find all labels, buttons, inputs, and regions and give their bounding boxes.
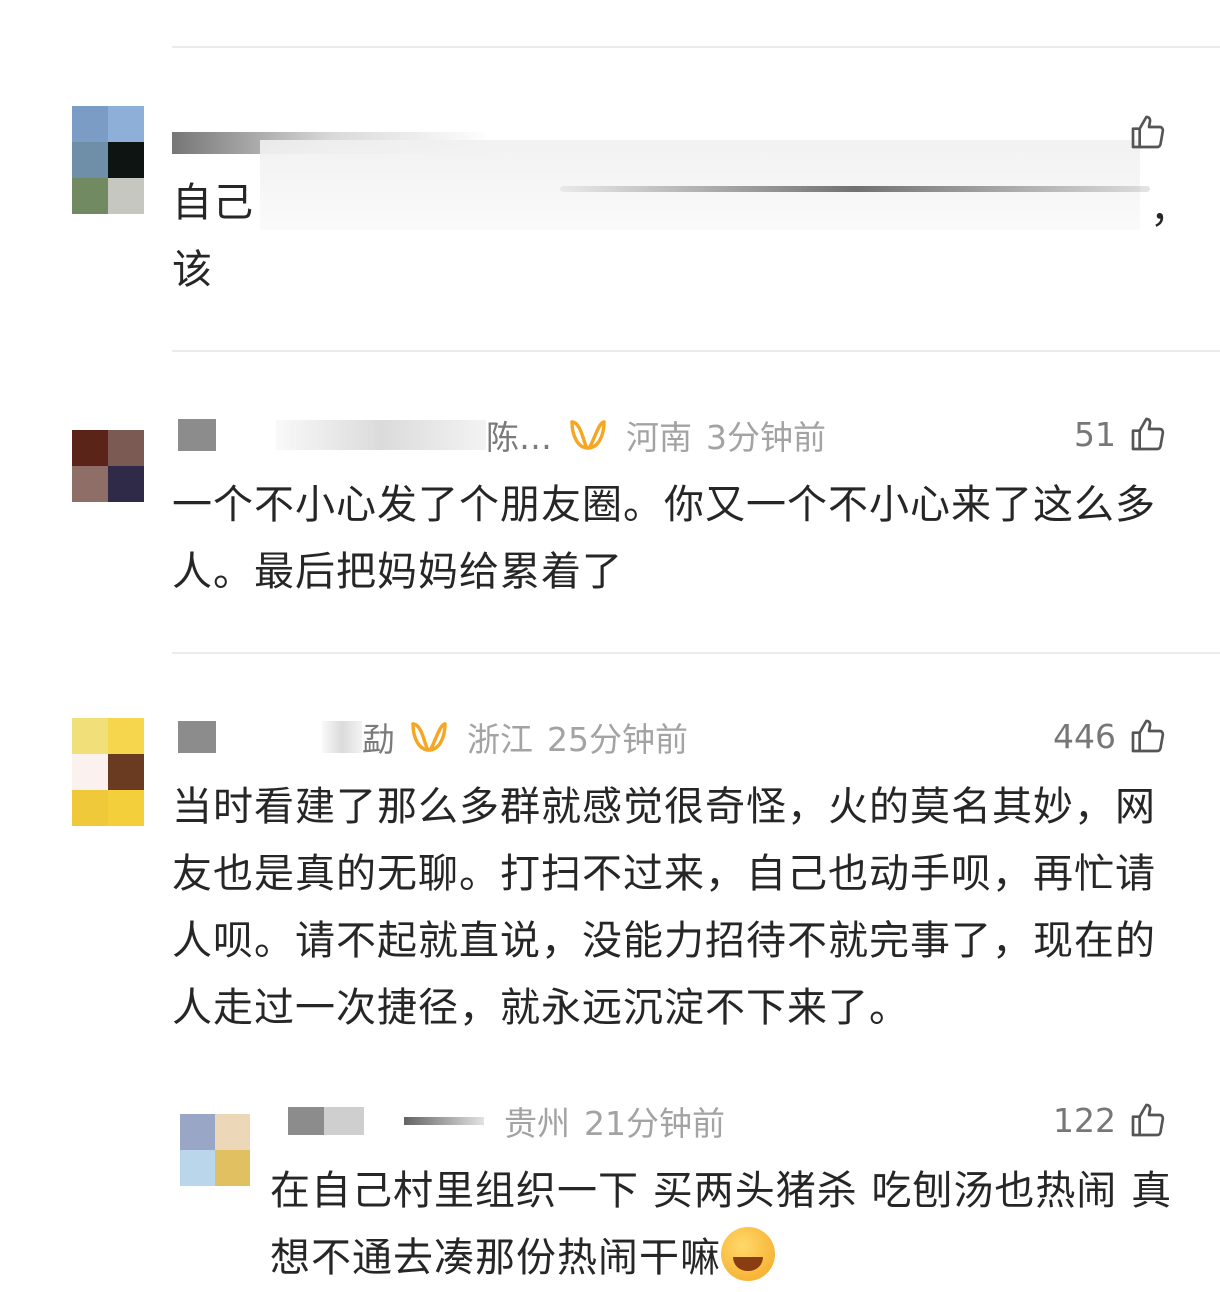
comment-meta: 陈… 河南 3分钟前: [178, 412, 826, 458]
like-button[interactable]: 446: [1053, 716, 1168, 756]
reply-text-content: 在自己村里组织一下 买两头猪杀 吃刨汤也热闹 真想不通去凑那份热闹干嘛: [270, 1168, 1173, 1281]
avatar[interactable]: [72, 430, 144, 502]
comment-text-line2: 该: [172, 247, 213, 293]
avatar[interactable]: [72, 718, 144, 826]
like-button[interactable]: 122: [1053, 1100, 1168, 1140]
thumbs-up-icon: [1131, 115, 1165, 149]
divider: [172, 46, 1220, 48]
reply-text: 在自己村里组织一下 买两头猪杀 吃刨汤也热闹 真想不通去凑那份热闹干嘛: [270, 1158, 1176, 1292]
laughing-crying-emoji-icon: [721, 1227, 775, 1281]
like-count: 446: [1053, 716, 1116, 756]
thumbs-up-icon: [1131, 719, 1165, 753]
comment-text-punctuation: ，: [1150, 186, 1190, 232]
redaction-smear: [560, 186, 1150, 192]
comment-meta: 勐 浙江 25分钟前: [178, 714, 688, 760]
like-button[interactable]: 51: [1074, 414, 1168, 454]
divider: [172, 350, 1220, 352]
redacted-name-blur: [322, 721, 362, 753]
redacted-name-smear: [404, 1117, 484, 1125]
comment-text: 当时看建了那么多群就感觉很奇怪，火的莫名其妙，网友也是真的无聊。打扫不过来，自己…: [172, 784, 1156, 1031]
redacted-name-chip: [178, 419, 216, 451]
reply-meta: 贵州 21分钟前: [288, 1098, 725, 1144]
timestamp: 21分钟前: [584, 1104, 725, 1143]
redacted-name-blur: [276, 420, 486, 450]
avatar[interactable]: [72, 106, 144, 214]
redacted-name-blur: [324, 1107, 364, 1135]
comment-text: 一个不小心发了个朋友圈。你又一个不小心来了这么多人。最后把妈妈给累着了: [172, 482, 1156, 595]
username[interactable]: 陈…: [486, 411, 552, 459]
vip-badge-icon: [411, 722, 447, 752]
vip-badge-icon: [570, 420, 606, 450]
avatar[interactable]: [180, 1114, 250, 1186]
location: 贵州: [504, 1104, 570, 1143]
timestamp: 3分钟前: [706, 418, 826, 457]
redacted-name-chip: [288, 1107, 324, 1135]
username[interactable]: 勐: [362, 713, 395, 761]
timestamp: 25分钟前: [547, 720, 688, 759]
divider: [172, 652, 1220, 654]
like-count: 51: [1074, 414, 1116, 454]
like-count: 122: [1053, 1100, 1116, 1140]
location: 河南: [626, 418, 692, 457]
location: 浙江: [467, 720, 533, 759]
redaction-overlay: [260, 140, 1140, 230]
redacted-name-chip: [178, 721, 216, 753]
thumbs-up-icon: [1131, 1103, 1165, 1137]
thumbs-up-icon: [1131, 417, 1165, 451]
comment-text: 自己: [172, 180, 254, 226]
like-button[interactable]: [1116, 112, 1168, 152]
